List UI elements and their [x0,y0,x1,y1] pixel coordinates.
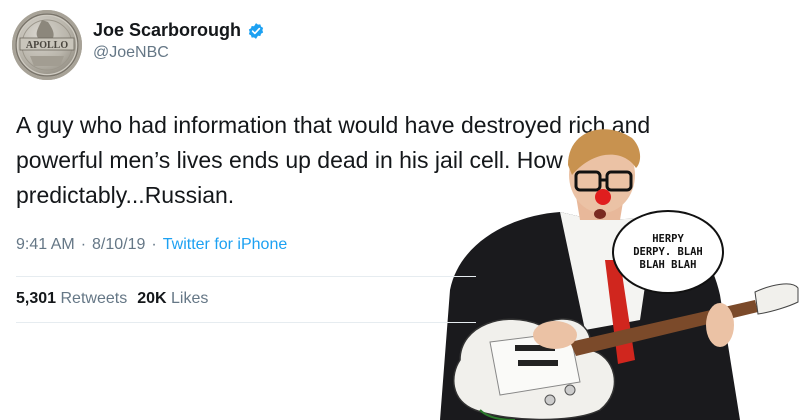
tweet-stats: 5,301 Retweets 20K Likes [16,290,208,308]
tweet-meta: 9:41 AM · 8/10/19 · Twitter for iPhone [16,236,287,254]
author-handle[interactable]: @JoeNBC [93,44,169,62]
bubble-line: HERPY [652,232,684,245]
author-row: Joe Scarborough [93,20,265,41]
likes-stat[interactable]: 20K Likes [137,290,208,308]
retweets-stat[interactable]: 5,301 Retweets [16,290,127,308]
retweets-count: 5,301 [16,290,57,307]
verified-badge-icon [248,22,264,39]
tweet-source-link[interactable]: Twitter for iPhone [163,236,288,254]
bubble-line: DERPY. BLAH [633,245,703,258]
bubble-line: BLAH BLAH [639,258,697,271]
avatar-text: APOLLO [26,40,68,51]
likes-label: Likes [171,290,209,307]
speech-bubble: HERPY DERPY. BLAH BLAH BLAH [612,210,724,294]
avatar[interactable]: APOLLO [12,10,82,80]
tweet-time[interactable]: 9:41 AM [16,236,75,254]
apollo-coin-icon: APOLLO [15,13,79,77]
meta-separator: · [80,236,87,253]
meta-separator: · [151,236,157,253]
likes-count: 20K [137,290,167,307]
guitar-man-photo [440,129,799,420]
retweets-label: Retweets [60,290,128,307]
author-name[interactable]: Joe Scarborough [93,20,241,41]
divider [16,276,476,277]
divider [16,322,476,323]
tweet-date[interactable]: 8/10/19 [92,236,145,254]
